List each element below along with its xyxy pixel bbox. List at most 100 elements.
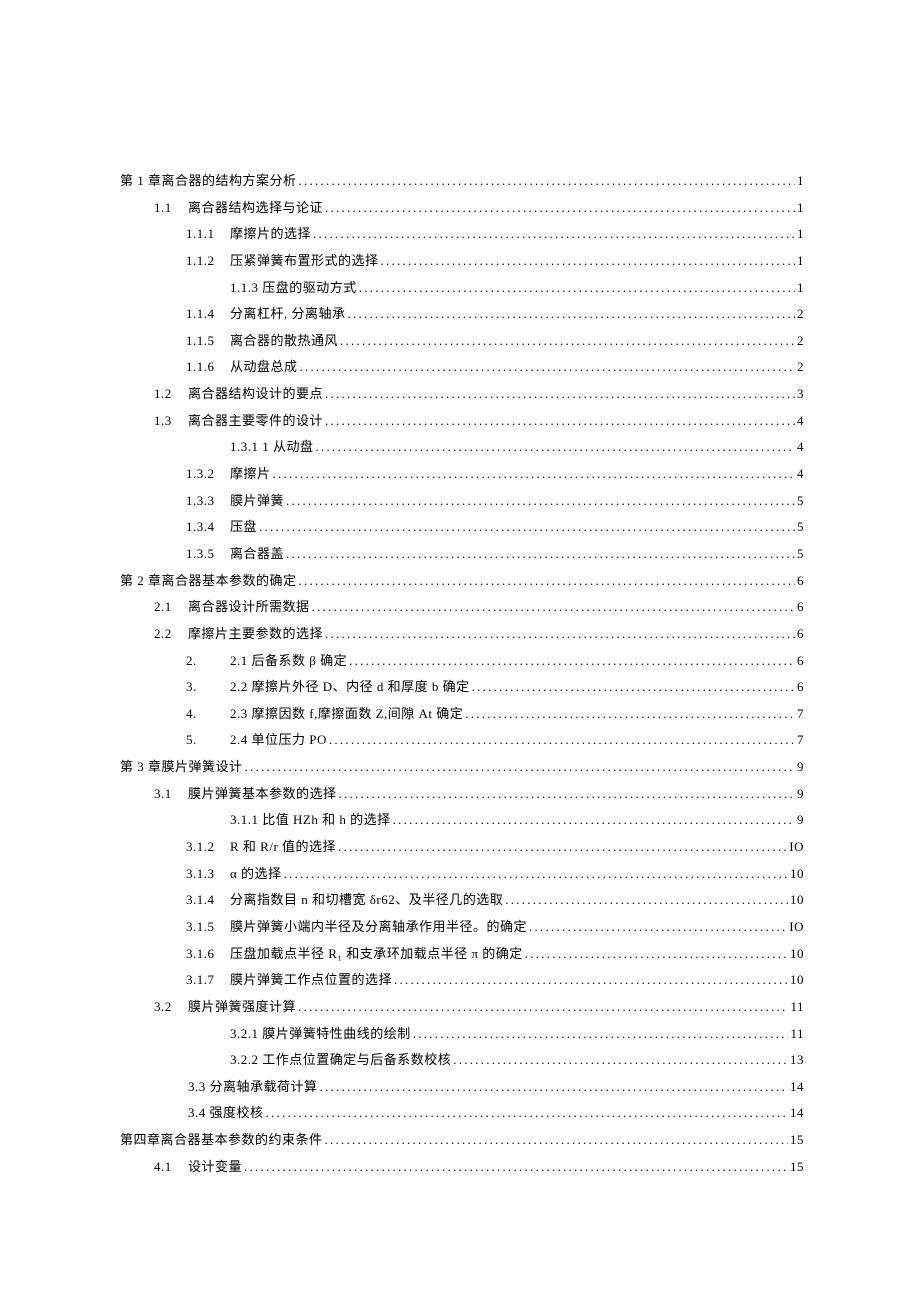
toc-entry-title: 2.3 摩擦因数 f,摩擦面数 Z,间隙 At 确定 bbox=[230, 701, 463, 728]
toc-leader-dots bbox=[316, 434, 795, 461]
toc-leader-dots bbox=[286, 541, 795, 568]
toc-entry-title: 第 2 章离合器基本参数的确定 bbox=[120, 568, 297, 595]
toc-entry-page: 6 bbox=[797, 568, 804, 595]
toc-leader-dots bbox=[393, 807, 795, 834]
toc-entry-page: 14 bbox=[790, 1074, 804, 1101]
toc-leader-dots bbox=[348, 301, 795, 328]
toc-entry-number: 1.3.5 bbox=[186, 541, 230, 568]
toc-entry-number: 3.1.2 bbox=[186, 834, 230, 861]
toc-entry-page: 4 bbox=[797, 461, 804, 488]
toc-entry: 3.1.5膜片弹簧小端内半径及分离轴承作用半径。的确定IO bbox=[120, 914, 804, 941]
toc-entry-number: 3. bbox=[186, 674, 230, 701]
toc-entry-number: 3.1.5 bbox=[186, 914, 230, 941]
toc-leader-dots bbox=[313, 221, 795, 248]
toc-entry-number: 1.2 bbox=[154, 381, 188, 408]
toc-entry-title: 离合器结构选择与论证 bbox=[188, 195, 323, 222]
toc-entry-page: 5 bbox=[797, 488, 804, 515]
toc-entry-title: 膜片弹簧基本参数的选择 bbox=[188, 781, 337, 808]
toc-entry-page: 9 bbox=[797, 807, 804, 834]
toc-entry: 第四章离合器基本参数的约束条件15 bbox=[120, 1127, 804, 1154]
toc-entry: 1.1.6从动盘总成 2 bbox=[120, 354, 804, 381]
toc-entry-title: 从动盘总成 bbox=[230, 354, 298, 381]
toc-entry-title: 压盘加载点半径 R₁ 和支承环加载点半径 π 的确定 bbox=[230, 941, 523, 968]
toc-entry-page: 1 bbox=[797, 221, 804, 248]
toc-entry-number: 3.1 bbox=[154, 781, 188, 808]
toc-entry-page: 2 bbox=[797, 354, 804, 381]
toc-leader-dots bbox=[273, 461, 795, 488]
toc-entry-page: 10 bbox=[790, 861, 804, 888]
toc-leader-dots bbox=[525, 941, 788, 968]
toc-entry-page: 4 bbox=[797, 434, 804, 461]
toc-leader-dots bbox=[413, 1021, 789, 1048]
toc-entry: 第 1 章离合器的结构方案分析1 bbox=[120, 168, 804, 195]
toc-entry-page: 6 bbox=[797, 648, 804, 675]
toc-leader-dots bbox=[312, 594, 795, 621]
toc-entry-page: 6 bbox=[797, 621, 804, 648]
toc-entry-number: 1.3 bbox=[154, 408, 188, 435]
toc-entry-title: 压盘 bbox=[230, 514, 257, 541]
toc-entry: 3.2.2 工作点位置确定与后备系数校核13 bbox=[120, 1047, 804, 1074]
toc-leader-dots bbox=[245, 754, 795, 781]
toc-entry-title: 3.1.1 比值 HZh 和 h 的选择 bbox=[230, 807, 391, 834]
toc-entry: 1.3.3膜片弹簧5 bbox=[120, 488, 804, 515]
toc-leader-dots bbox=[286, 488, 795, 515]
toc-entry-page: 11 bbox=[790, 1021, 804, 1048]
toc-entry: 1.3.1 1 从动盘4 bbox=[120, 434, 804, 461]
toc-entry-number: 3.1.4 bbox=[186, 887, 230, 914]
toc-entry-title: 离合器盖 bbox=[230, 541, 284, 568]
toc-entry-title: 分离杠杆, 分离轴承 bbox=[230, 301, 346, 328]
toc-entry-page: 6 bbox=[797, 674, 804, 701]
toc-entry: 2.2摩擦片主要参数的选择6 bbox=[120, 621, 804, 648]
toc-entry-title: 摩擦片的选择 bbox=[230, 221, 311, 248]
toc-entry: 5.2.4 单位压力 PO 7 bbox=[120, 727, 804, 754]
toc-leader-dots bbox=[381, 248, 795, 275]
toc-leader-dots bbox=[259, 514, 795, 541]
toc-leader-dots bbox=[244, 1154, 788, 1181]
toc-entry-page: 1 bbox=[797, 275, 804, 302]
toc-entry: 第 3 章膜片弹簧设计9 bbox=[120, 754, 804, 781]
toc-entry-title: 2.2 摩擦片外径 D、内径 d 和厚度 b 确定 bbox=[230, 674, 470, 701]
toc-entry-number: 1.1.2 bbox=[186, 248, 230, 275]
toc-leader-dots bbox=[339, 781, 795, 808]
toc-entry-page: 5 bbox=[797, 514, 804, 541]
toc-entry: 1.1.4分离杠杆, 分离轴承 2 bbox=[120, 301, 804, 328]
toc-entry-title: 第 1 章离合器的结构方案分析 bbox=[120, 168, 297, 195]
toc-entry: 3.2.1 膜片弹簧特性曲线的绘制11 bbox=[120, 1021, 804, 1048]
toc-entry: 1.1离合器结构选择与论证1 bbox=[120, 195, 804, 222]
toc-entry-number: 3.1.3 bbox=[186, 861, 230, 888]
toc-entry-title: 第四章离合器基本参数的约束条件 bbox=[120, 1127, 323, 1154]
toc-leader-dots bbox=[320, 1074, 788, 1101]
toc-entry: 1.3.2摩擦片4 bbox=[120, 461, 804, 488]
toc-entry-page: 2 bbox=[797, 301, 804, 328]
toc-entry: 4.1设计变量15 bbox=[120, 1154, 804, 1181]
toc-leader-dots bbox=[472, 674, 795, 701]
toc-entry: 3.1.4分离指数目 n 和切槽宽 δr62、及半径几的选取10 bbox=[120, 887, 804, 914]
toc-entry-page: 9 bbox=[797, 781, 804, 808]
toc-leader-dots bbox=[359, 275, 795, 302]
toc-entry-number: 1.1.6 bbox=[186, 354, 230, 381]
toc-entry: 1.1.1摩擦片的选择 1 bbox=[120, 221, 804, 248]
toc-entry-title: R 和 R/r 值的选择 bbox=[230, 834, 336, 861]
toc-entry-number: 3.1.6 bbox=[186, 941, 230, 968]
toc-page: 第 1 章离合器的结构方案分析11.1离合器结构选择与论证11.1.1摩擦片的选… bbox=[0, 0, 920, 1301]
toc-leader-dots bbox=[325, 1127, 788, 1154]
toc-entry-number: 1.1.5 bbox=[186, 328, 230, 355]
toc-list: 第 1 章离合器的结构方案分析11.1离合器结构选择与论证11.1.1摩擦片的选… bbox=[120, 168, 804, 1180]
toc-entry-title: 2.1 后备系数 β 确定 bbox=[230, 648, 347, 675]
toc-entry-title: 3.4 强度校核 bbox=[188, 1100, 264, 1127]
toc-entry-number: 5. bbox=[186, 727, 230, 754]
toc-entry-number: 1.3.2 bbox=[186, 461, 230, 488]
toc-leader-dots bbox=[325, 621, 795, 648]
toc-entry-title: 第 3 章膜片弹簧设计 bbox=[120, 754, 243, 781]
toc-entry-title: 离合器结构设计的要点 bbox=[188, 381, 323, 408]
toc-entry-title: 设计变量 bbox=[188, 1154, 242, 1181]
toc-entry: 3.1.3α 的选择10 bbox=[120, 861, 804, 888]
toc-entry-title: 膜片弹簧小端内半径及分离轴承作用半径。的确定 bbox=[230, 914, 527, 941]
toc-entry: 3.1.2R 和 R/r 值的选择IO bbox=[120, 834, 804, 861]
toc-entry-page: 5 bbox=[797, 541, 804, 568]
toc-entry: 1.3.5离合器盖 5 bbox=[120, 541, 804, 568]
toc-entry-number: 1.1.1 bbox=[186, 221, 230, 248]
toc-entry: 1.3.4压盘5 bbox=[120, 514, 804, 541]
toc-entry: 4.2.3 摩擦因数 f,摩擦面数 Z,间隙 At 确定7 bbox=[120, 701, 804, 728]
toc-entry-number: 1.1.4 bbox=[186, 301, 230, 328]
